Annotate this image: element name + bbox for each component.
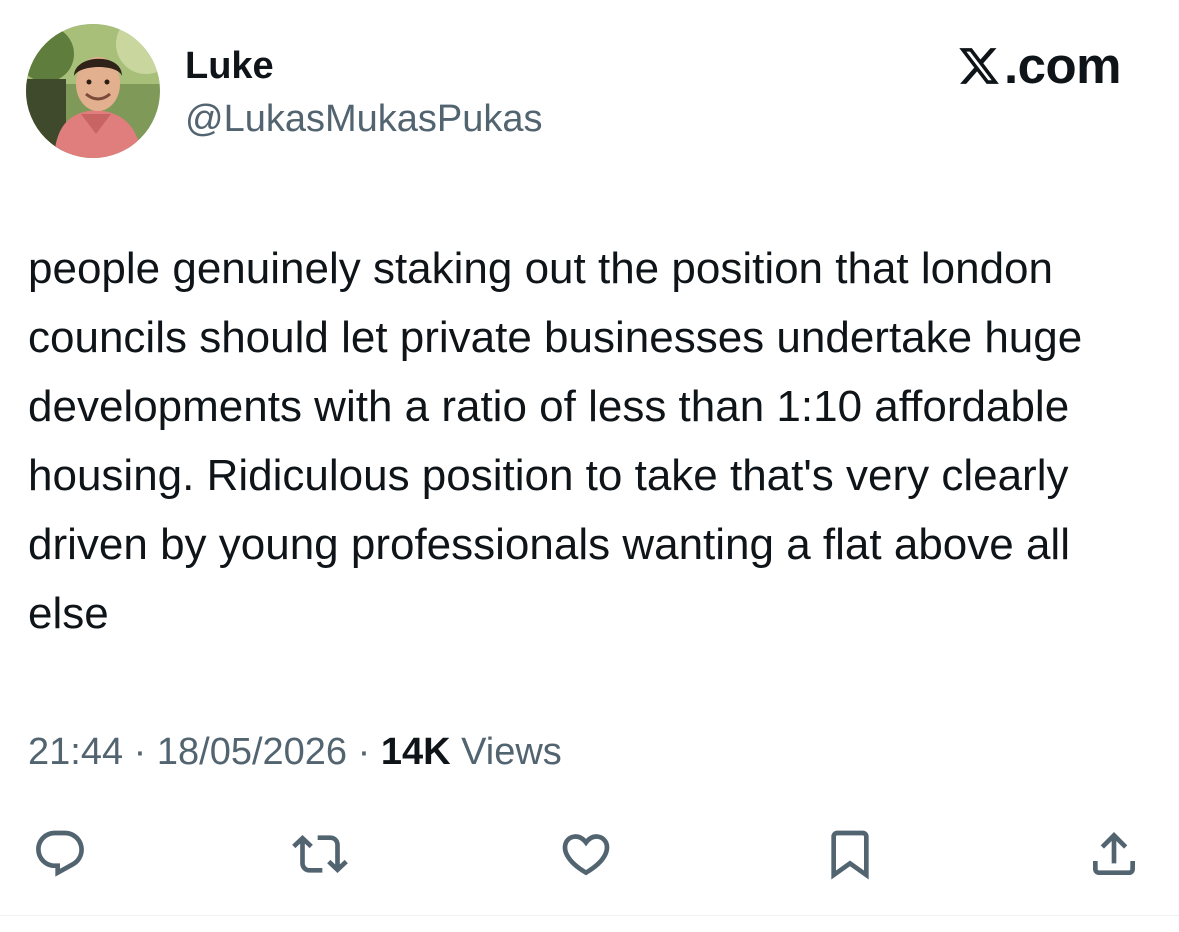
author-display-name[interactable]: Luke	[185, 44, 274, 88]
share-icon	[1093, 832, 1135, 875]
like-button[interactable]	[554, 822, 618, 886]
reply-icon	[36, 830, 84, 877]
tweet-meta: 21:44 · 18/05/2026 · 14K Views	[28, 728, 562, 776]
retweet-icon	[292, 835, 348, 873]
action-bar	[0, 818, 1179, 888]
heart-icon	[562, 834, 610, 876]
brand-text: .com	[1003, 37, 1122, 94]
avatar-photo	[26, 24, 160, 158]
bookmark-button[interactable]	[818, 822, 882, 886]
share-button[interactable]	[1082, 822, 1146, 886]
bookmark-icon	[831, 830, 869, 880]
meta-separator: ·	[347, 731, 381, 773]
views-label[interactable]: Views	[451, 731, 562, 773]
brand-watermark: .com	[956, 37, 1122, 94]
reply-button[interactable]	[28, 822, 92, 886]
tweet-text: people genuinely staking out the positio…	[28, 244, 1083, 638]
retweet-button[interactable]	[288, 822, 352, 886]
meta-separator: ·	[123, 731, 157, 773]
x-logo-icon	[959, 48, 999, 84]
tweet-date[interactable]: 18/05/2026	[157, 731, 347, 773]
bottom-divider	[0, 915, 1179, 916]
tweet-time[interactable]: 21:44	[28, 731, 123, 773]
author-handle[interactable]: @LukasMukasPukas	[185, 96, 543, 142]
avatar[interactable]	[26, 24, 160, 158]
views-count[interactable]: 14K	[381, 731, 451, 773]
